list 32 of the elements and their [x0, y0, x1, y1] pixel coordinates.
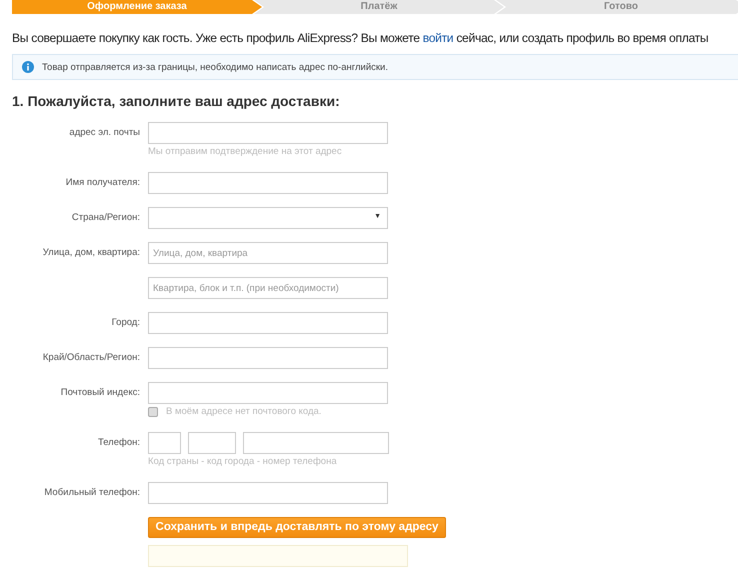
- progress-step: Платёж: [254, 0, 504, 14]
- section-heading: 1. Пожалуйста, заполните ваш адрес доставки:: [12, 93, 341, 109]
- field-label: Имя получателя:: [66, 177, 140, 188]
- field-hint: Мы отправим подтверждение на этот адрес: [148, 145, 343, 159]
- field-label: Страна/Регион:: [72, 212, 140, 223]
- login-link[interactable]: войти: [422, 31, 454, 45]
- guest-message: Вы совершаете покупку как гость. Уже есть профиль AliExpress? Вы можете войти сейчас, или создать профиль во время оплаты: [12, 31, 710, 45]
- progress-step: Готово: [496, 0, 738, 14]
- progress-step: Оформление заказа: [12, 0, 262, 14]
- field-label: Почтовый индекс:: [60, 387, 140, 398]
- input-field[interactable]: Квартира, блок и т.п. (при необходимости): [148, 277, 388, 299]
- field-label: Мобильный телефон:: [44, 487, 140, 498]
- input-field[interactable]: [148, 172, 388, 194]
- input-field[interactable]: [148, 482, 388, 504]
- input-field[interactable]: Улица, дом, квартира: [148, 242, 388, 264]
- input-field[interactable]: [148, 312, 388, 334]
- field-label: адрес эл. почты: [69, 127, 140, 138]
- checkbox-label: В моём адресе нет почтового кода.: [166, 406, 322, 417]
- checkbox[interactable]: [148, 406, 158, 416]
- field-hint: Код страны - код города - номер телефона: [148, 455, 338, 469]
- area-code-field[interactable]: [188, 432, 236, 454]
- info-icon: [22, 61, 34, 73]
- input-field[interactable]: [148, 122, 388, 144]
- input-field[interactable]: [148, 382, 388, 404]
- phone-number-field[interactable]: [243, 432, 389, 454]
- field-label: Телефон:: [98, 437, 140, 448]
- input-field[interactable]: [148, 347, 388, 369]
- notice-text: Товар отправляется из-за границы, необходимо написать адрес по-английски.: [42, 62, 388, 72]
- country-code-field[interactable]: [148, 432, 181, 454]
- field-label: Город:: [112, 317, 140, 328]
- field-label: Улица, дом, квартира:: [42, 247, 140, 258]
- field-label: Край/Область/Регион:: [42, 352, 140, 363]
